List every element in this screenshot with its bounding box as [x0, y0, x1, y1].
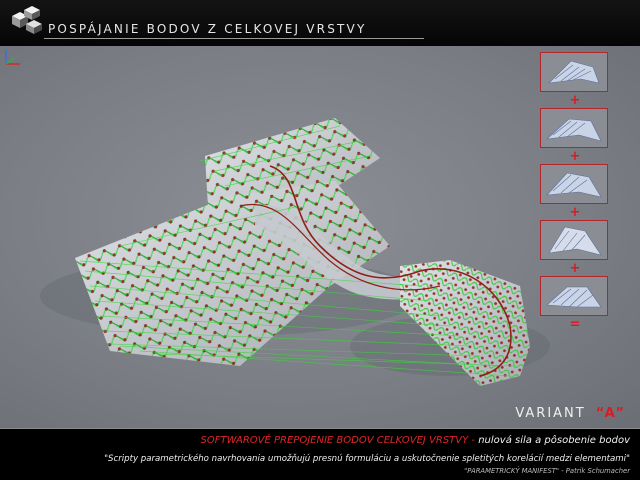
footer-caption: SOFTWAROVÉ PREPOJENIE BODOV CELKOVEJ VRS…	[0, 428, 640, 480]
plus-operator: +	[569, 261, 581, 276]
caption-subheading: nulová sila a pôsobenie bodov	[478, 435, 630, 446]
page-title: POSPÁJANIE BODOV Z CELKOVEJ VRSTVY	[48, 22, 367, 36]
render-viewport[interactable]: + + + + = VARIANT “A”	[0, 46, 640, 428]
surface-preview-thumbnail-4[interactable]	[540, 220, 608, 260]
equals-operator: =	[569, 317, 581, 332]
xyz-axis-gizmo-icon	[5, 50, 20, 65]
caption-quote: "Scripty parametrického navrhovania umož…	[104, 454, 630, 464]
plus-operator: +	[569, 205, 581, 220]
surface-preview-thumbnail-2[interactable]	[540, 108, 608, 148]
plus-operator: +	[569, 93, 581, 108]
surface-preview-thumbnail-icon	[546, 172, 602, 198]
surface-preview-thumbnail-icon	[546, 118, 602, 142]
header-bar: POSPÁJANIE BODOV Z CELKOVEJ VRSTVY	[0, 0, 640, 46]
variant-label: VARIANT “A”	[515, 406, 626, 421]
checkered-cubes-logo-icon	[12, 6, 42, 34]
caption-line: SOFTWAROVÉ PREPOJENIE BODOV CELKOVEJ VRS…	[201, 435, 630, 446]
variant-text: VARIANT	[515, 406, 586, 421]
caption-citation: "PARAMETRICKÝ MANIFEST" - Patrik Schumac…	[464, 467, 630, 475]
title-divider	[44, 38, 424, 39]
variant-value: “A”	[595, 406, 626, 421]
surface-preview-thumbnail-icon	[546, 286, 602, 308]
plus-operator: +	[569, 149, 581, 164]
surface-preview-thumbnail-3[interactable]	[540, 164, 608, 204]
surface-preview-thumbnail-icon	[548, 226, 602, 256]
surface-preview-thumbnail-5[interactable]	[540, 276, 608, 316]
caption-heading: SOFTWAROVÉ PREPOJENIE BODOV CELKOVEJ VRS…	[200, 435, 476, 446]
surface-preview-thumbnail-icon	[548, 60, 600, 84]
surface-preview-thumbnail-1[interactable]	[540, 52, 608, 92]
